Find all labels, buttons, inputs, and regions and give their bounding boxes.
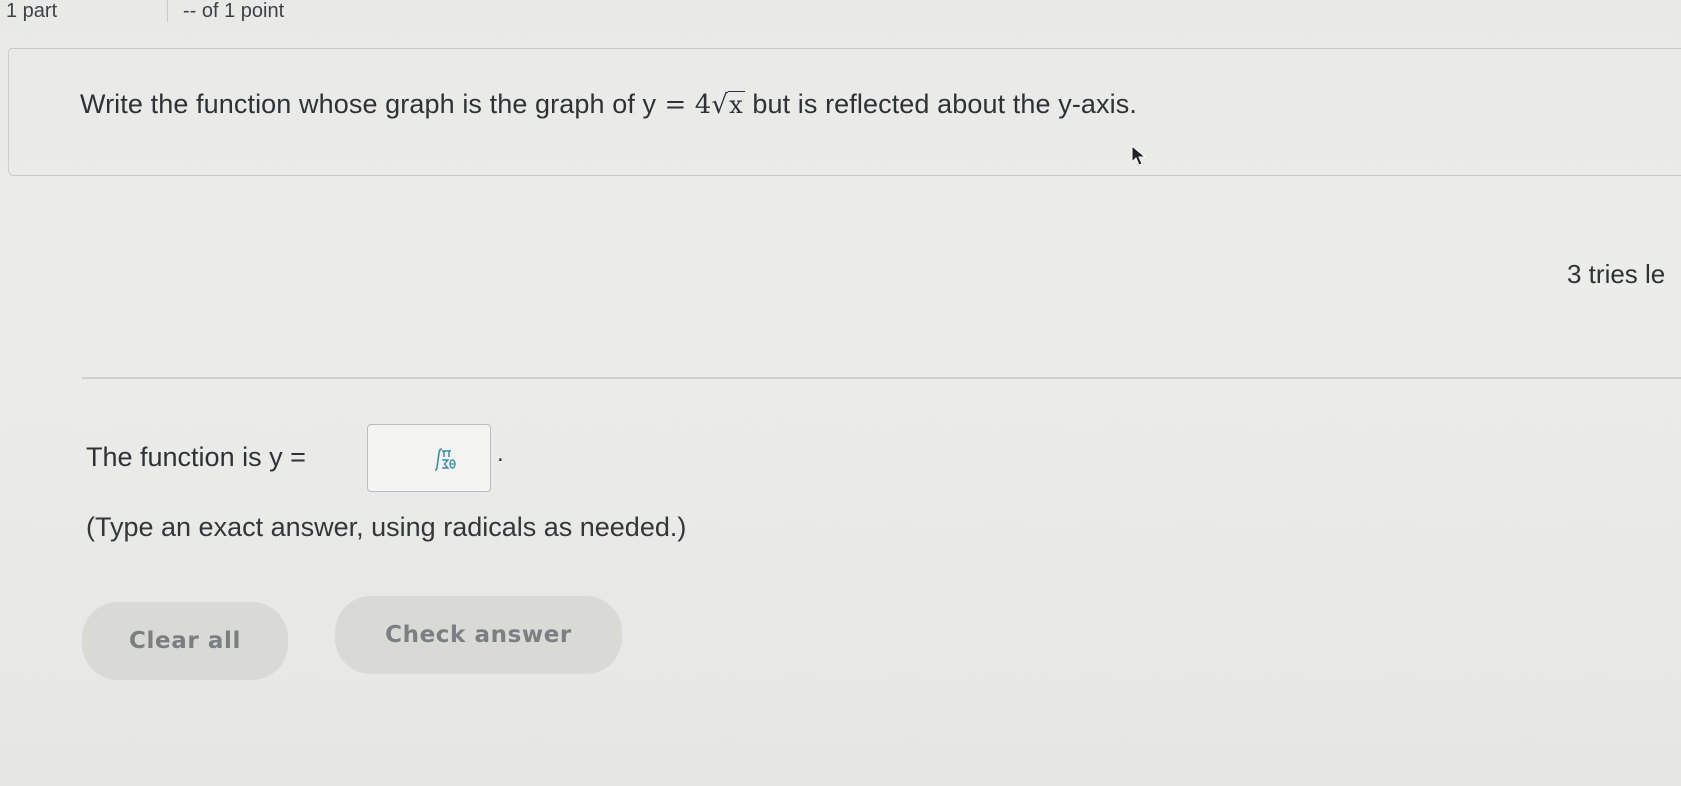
equation-lhs: y [642,89,657,119]
math-palette-icon[interactable] [429,447,457,473]
part-count: 1 part [6,0,58,22]
header-divider [167,0,168,22]
tries-left: 3 tries le [1567,259,1666,289]
square-root: √x [711,89,745,120]
answer-hint: (Type an exact answer, using radicals as… [86,512,687,542]
answer-trailing-period: . [497,440,504,467]
question-text: Write the function whose graph is the gr… [80,89,1137,120]
sqrt-sign-icon: √ [711,90,729,120]
section-divider [82,377,1681,379]
mouse-cursor-icon [1131,145,1147,166]
answer-prompt: The function is y = [86,442,306,472]
question-header: 1 part -- of 1 point [0,0,1681,34]
question-prefix: Write the function whose graph is the gr… [80,89,643,119]
answer-input-box[interactable] [367,424,491,492]
check-answer-button[interactable]: Check answer [335,596,622,674]
radicand: x [728,91,745,119]
equation-coefficient: 4 [694,90,712,120]
equation-equals: = [656,90,695,120]
clear-all-button[interactable]: Clear all [82,602,288,680]
question-suffix: but is reflected about the y-axis. [744,89,1137,119]
points-value: -- of 1 point [183,0,285,22]
